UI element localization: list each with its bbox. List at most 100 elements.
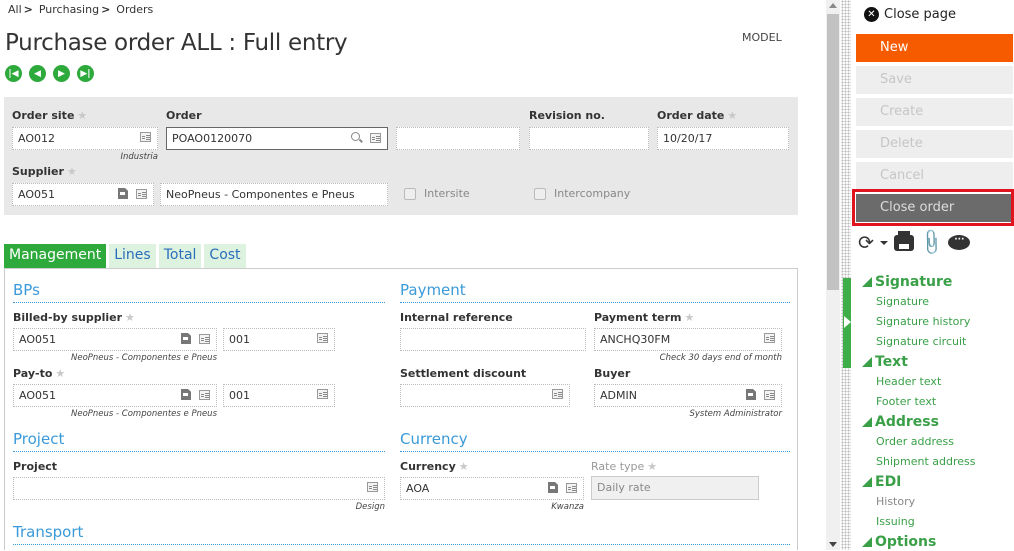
previous-record-icon[interactable]: ◀ [29, 65, 46, 82]
panel-resize-grip[interactable] [841, 0, 851, 550]
scrollbar-thumb[interactable] [827, 14, 839, 290]
project-field[interactable] [13, 477, 385, 500]
selection-icon[interactable] [140, 132, 151, 142]
breadcrumb-separator: > [23, 3, 33, 16]
next-record-icon[interactable]: ▶ [53, 65, 70, 82]
revision-no-label: Revision no. [529, 109, 605, 122]
new-button[interactable]: New [856, 34, 1013, 62]
save-button[interactable]: Save [856, 66, 1013, 94]
selection-icon[interactable] [552, 389, 563, 399]
breadcrumb-label: Purchasing [38, 3, 100, 16]
menu-group-signature[interactable]: Signature [862, 272, 975, 291]
comment-icon[interactable]: ··· [948, 235, 971, 250]
mandatory-star-icon: ★ [77, 109, 88, 122]
order-site-label: Order site ★ [12, 109, 87, 122]
section-title-payment: Payment [400, 281, 790, 303]
print-icon[interactable] [893, 230, 914, 251]
menu-item-footer-text[interactable]: Footer text [862, 391, 975, 411]
collapse-triangle-icon [862, 276, 872, 287]
intercompany-checkbox[interactable]: Intercompany [534, 187, 630, 200]
scroll-down-icon[interactable] [829, 542, 837, 547]
menu-group-edi[interactable]: EDI [862, 472, 975, 491]
record-navigation: |◀ ◀ ▶ ▶| [5, 65, 94, 82]
label-text: Billed-by supplier [13, 311, 123, 324]
order-extra-field[interactable] [396, 127, 520, 150]
menu-item-issuing[interactable]: Issuing [862, 511, 975, 531]
field-value: AO051 [19, 333, 56, 346]
billed-by-address-field[interactable]: 001 [223, 328, 335, 351]
menu-group-options[interactable]: Options [862, 532, 975, 551]
delete-button[interactable]: Delete [856, 130, 1013, 158]
selection-icon[interactable] [566, 482, 577, 493]
pay-to-address-field[interactable]: 001 [223, 384, 335, 407]
breadcrumb-orders[interactable]: Orders [116, 3, 153, 16]
intersite-checkbox[interactable]: Intersite [404, 187, 470, 200]
section-title-transport: Transport [13, 523, 790, 545]
currency-field[interactable]: AOA [400, 477, 584, 500]
selection-icon[interactable] [370, 132, 381, 143]
close-page-button[interactable]: ✕ Close page [864, 7, 956, 22]
selection-icon[interactable] [367, 482, 378, 492]
breadcrumb-purchasing[interactable]: Purchasing > [39, 3, 110, 16]
buyer-field[interactable]: ADMIN [594, 384, 782, 407]
breadcrumb-all[interactable]: All > [8, 3, 33, 16]
tunnel-icon[interactable] [181, 389, 191, 400]
label-text: Order date [657, 109, 725, 122]
selection-icon[interactable] [136, 188, 147, 199]
rate-type-field[interactable]: Daily rate [591, 476, 759, 500]
selection-icon[interactable] [199, 333, 210, 344]
menu-item-history[interactable]: History [862, 491, 975, 511]
order-field[interactable]: POAO0120070 [166, 127, 388, 150]
tab-management[interactable]: Management [4, 244, 107, 268]
tunnel-icon[interactable] [746, 389, 756, 400]
menu-item-signature-history[interactable]: Signature history [862, 311, 975, 331]
cancel-button[interactable]: Cancel [856, 162, 1013, 190]
search-icon[interactable] [351, 132, 362, 143]
selection-icon[interactable] [764, 333, 775, 343]
action-panel: ✕ Close page New Save Create Delete Canc… [852, 0, 1014, 550]
revision-no-field[interactable] [529, 127, 649, 150]
group-label: Signature [875, 273, 953, 290]
order-site-field[interactable]: AO012 [12, 127, 158, 150]
tab-cost[interactable]: Cost [204, 244, 246, 268]
selection-icon[interactable] [764, 389, 775, 400]
menu-group-address[interactable]: Address [862, 412, 975, 431]
last-record-icon[interactable]: ▶| [77, 65, 94, 82]
supplier-name-field[interactable]: NeoPneus - Componentes e Pneus [160, 183, 388, 206]
model-label: MODEL [742, 31, 782, 44]
supplier-field[interactable]: AO051 [12, 183, 154, 206]
menu-item-shipment-address[interactable]: Shipment address [862, 451, 975, 471]
first-record-icon[interactable]: |◀ [5, 65, 22, 82]
checkbox-box[interactable] [534, 187, 546, 200]
main-scrollbar[interactable] [826, 0, 840, 550]
settlement-discount-field[interactable] [400, 384, 570, 407]
menu-item-signature-circuit[interactable]: Signature circuit [862, 331, 975, 351]
refresh-icon[interactable]: ⟳ [858, 233, 874, 252]
tunnel-icon[interactable] [548, 482, 558, 493]
selection-icon[interactable] [317, 333, 328, 343]
order-date-field[interactable]: 10/20/17 [657, 127, 789, 150]
pay-to-field[interactable]: AO051 [13, 384, 217, 407]
scroll-up-icon[interactable] [829, 3, 837, 8]
chevron-down-icon[interactable] [879, 240, 888, 245]
tab-lines[interactable]: Lines [109, 244, 156, 268]
tunnel-icon[interactable] [118, 188, 128, 199]
menu-group-text[interactable]: Text [862, 352, 975, 371]
checkbox-box[interactable] [404, 187, 416, 200]
menu-item-signature[interactable]: Signature [862, 291, 975, 311]
panel-toggle-handle[interactable] [843, 278, 851, 368]
selection-icon[interactable] [317, 389, 328, 399]
payment-term-field[interactable]: ANCHQ30FM [594, 328, 782, 351]
collapse-triangle-icon [862, 536, 872, 547]
menu-item-order-address[interactable]: Order address [862, 431, 975, 451]
menu-item-header-text[interactable]: Header text [862, 371, 975, 391]
internal-reference-field[interactable] [400, 328, 586, 351]
selection-icon[interactable] [199, 389, 210, 400]
field-value: ADMIN [600, 389, 637, 402]
attachment-icon[interactable]: 📎 [916, 227, 947, 257]
billed-by-field[interactable]: AO051 [13, 328, 217, 351]
create-button[interactable]: Create [856, 98, 1013, 126]
tab-total[interactable]: Total [158, 244, 202, 268]
breadcrumb-separator: > [101, 3, 111, 16]
tunnel-icon[interactable] [181, 333, 191, 344]
